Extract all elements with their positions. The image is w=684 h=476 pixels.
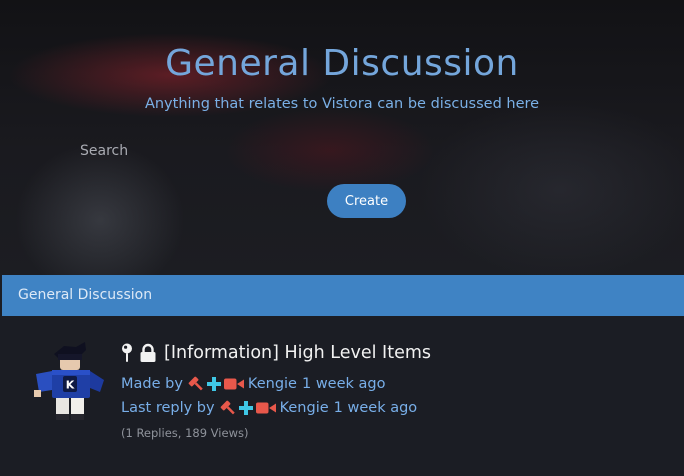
last-reply-user-link[interactable]: Kengie bbox=[280, 400, 329, 416]
video-camera-icon bbox=[255, 402, 276, 414]
video-camera-icon bbox=[223, 378, 244, 390]
thread-title[interactable]: [Information] High Level Items bbox=[164, 343, 431, 363]
lock-icon bbox=[140, 343, 156, 362]
created-time: 1 week ago bbox=[301, 376, 386, 392]
gavel-icon bbox=[220, 400, 235, 415]
avatar[interactable]: K bbox=[30, 340, 104, 422]
last-reply-row: Last reply by Kengie 1 week ago bbox=[121, 398, 417, 418]
last-reply-time: 1 week ago bbox=[333, 400, 418, 416]
thread-stats: (1 Replies, 189 Views) bbox=[121, 426, 249, 440]
made-by-label: Made by bbox=[121, 376, 183, 392]
svg-text:K: K bbox=[66, 379, 75, 392]
gavel-icon bbox=[188, 376, 203, 391]
thread-author-row: Made by Kengie 1 week ago bbox=[121, 374, 386, 394]
thread-list bbox=[2, 316, 684, 476]
last-reply-label: Last reply by bbox=[121, 400, 215, 416]
create-button[interactable]: Create bbox=[327, 184, 406, 218]
section-header: General Discussion bbox=[2, 275, 684, 316]
search-input[interactable] bbox=[72, 138, 600, 164]
plus-icon bbox=[238, 401, 253, 415]
page-title: General Discussion bbox=[165, 43, 519, 84]
thread-title-row[interactable]: [Information] High Level Items bbox=[121, 341, 431, 365]
author-link[interactable]: Kengie bbox=[248, 376, 297, 392]
plus-icon bbox=[206, 377, 221, 391]
pin-icon bbox=[122, 343, 132, 362]
page-subtitle: Anything that relates to Vistora can be … bbox=[144, 96, 540, 112]
